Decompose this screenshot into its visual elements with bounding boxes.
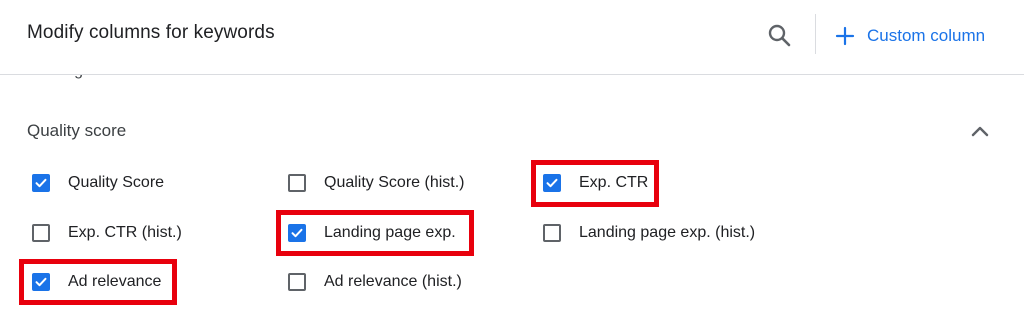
option-label: Exp. CTR (hist.) [68, 224, 182, 241]
search-icon [768, 24, 791, 47]
option-label: Ad relevance (hist.) [324, 273, 462, 290]
header-divider [815, 14, 816, 54]
option-label: Quality Score [68, 174, 165, 191]
option-landing-page-exp-hist[interactable]: Landing page exp. (hist.) [543, 218, 755, 248]
option-quality-score[interactable]: Quality Score [32, 168, 164, 198]
option-landing-page-exp[interactable]: Landing page exp. [288, 218, 456, 248]
option-label: Ad relevance [68, 273, 162, 290]
custom-column-button[interactable]: Custom column [834, 20, 985, 52]
collapse-section-button[interactable] [967, 119, 993, 145]
option-label: Landing page exp. (hist.) [579, 224, 756, 241]
modify-columns-panel: Message details Modify columns for keywo… [0, 0, 1024, 326]
checkmark-icon [35, 178, 47, 188]
option-ad-relevance[interactable]: Ad relevance [32, 267, 161, 297]
checkbox[interactable] [288, 273, 306, 291]
dialog-header: Modify columns for keywords Custom colum… [0, 0, 1024, 75]
option-label: Exp. CTR [579, 174, 649, 191]
checkbox[interactable] [32, 273, 50, 291]
checkbox[interactable] [288, 174, 306, 192]
plus-icon [835, 26, 855, 46]
option-label: Quality Score (hist.) [324, 174, 465, 191]
checkmark-icon [546, 178, 558, 188]
chevron-up-icon [971, 126, 989, 137]
option-quality-score-hist[interactable]: Quality Score (hist.) [288, 168, 464, 198]
checkbox[interactable] [543, 224, 561, 242]
checkbox[interactable] [32, 224, 50, 242]
option-exp-ctr[interactable]: Exp. CTR [543, 168, 648, 198]
checkmark-icon [291, 228, 303, 238]
section-quality-score-title: Quality score [27, 121, 127, 140]
option-ad-relevance-hist[interactable]: Ad relevance (hist.) [288, 267, 462, 297]
custom-column-label: Custom column [867, 26, 986, 45]
option-exp-ctr-hist[interactable]: Exp. CTR (hist.) [32, 218, 182, 248]
checkbox[interactable] [543, 174, 561, 192]
checkbox[interactable] [288, 224, 306, 242]
page-title: Modify columns for keywords [27, 22, 275, 43]
checkmark-icon [35, 277, 47, 287]
checkbox[interactable] [32, 174, 50, 192]
option-label: Landing page exp. [324, 224, 456, 241]
search-button[interactable] [764, 20, 796, 52]
